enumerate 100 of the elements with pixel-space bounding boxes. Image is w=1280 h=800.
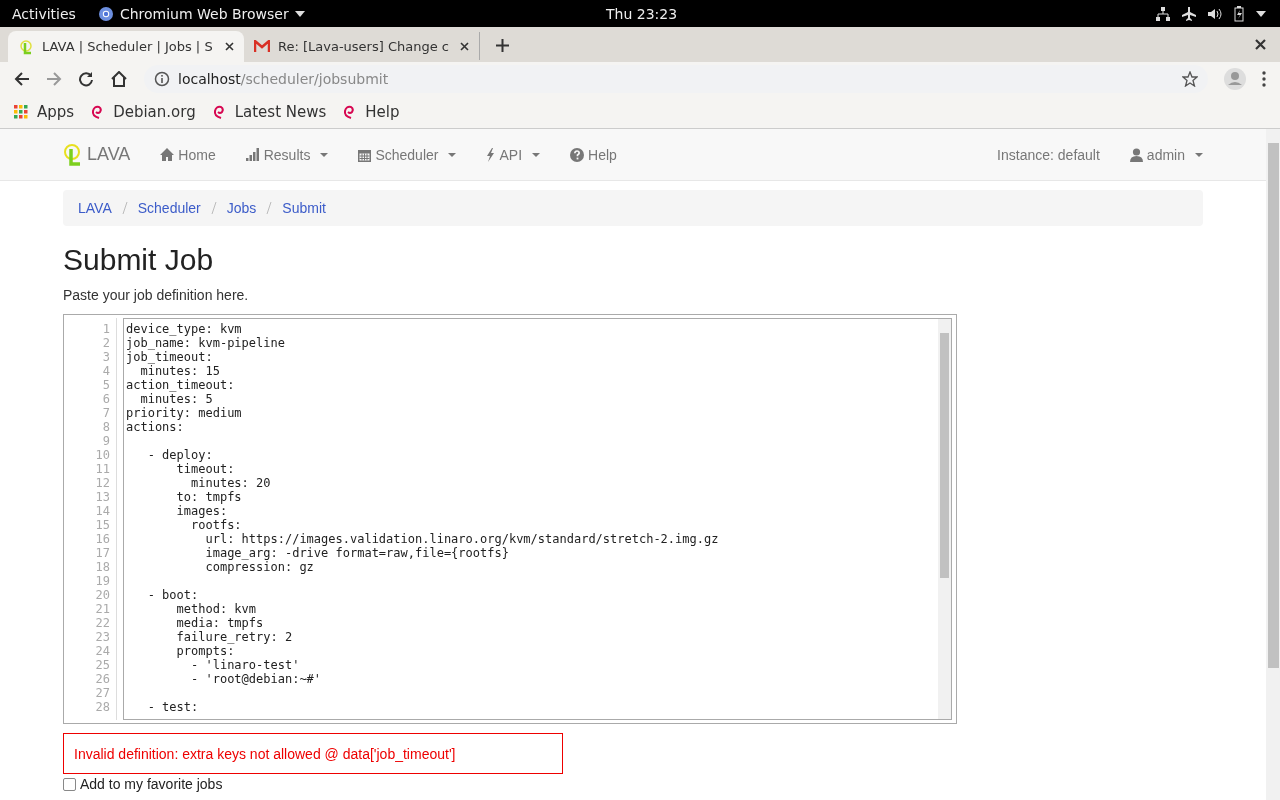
line-number: 26 bbox=[94, 672, 110, 686]
checkbox-label[interactable]: Add to my favorite jobs bbox=[80, 776, 223, 792]
code-line: timeout: bbox=[175, 462, 235, 476]
slash-separator-icon bbox=[210, 202, 217, 214]
line-number: 7 bbox=[101, 406, 110, 420]
app-menu[interactable]: Chromium Web Browser bbox=[97, 5, 305, 22]
brand-link[interactable]: LAVA bbox=[63, 142, 131, 167]
nav-link[interactable]: Help bbox=[570, 146, 617, 163]
browser-tab[interactable]: LAVA | Scheduler | Jobs | S bbox=[8, 31, 244, 62]
mail-icon bbox=[254, 40, 270, 52]
lava-logo-icon bbox=[18, 38, 34, 55]
forward-icon[interactable] bbox=[46, 70, 62, 87]
code-line: minutes: 5 bbox=[139, 392, 213, 406]
lightning-icon bbox=[486, 147, 496, 162]
breadcrumb-link[interactable]: Jobs bbox=[226, 200, 257, 216]
code-line: failure_retry: 2 bbox=[175, 630, 293, 644]
back-icon[interactable] bbox=[14, 70, 30, 87]
line-number: 2 bbox=[101, 336, 110, 350]
network-icon[interactable] bbox=[1156, 6, 1170, 21]
activities-button[interactable]: Activities bbox=[12, 5, 76, 22]
breadcrumb-link[interactable]: Scheduler bbox=[137, 200, 201, 216]
page-scrollbar[interactable] bbox=[1266, 129, 1280, 800]
volume-icon[interactable] bbox=[1208, 6, 1222, 21]
breadcrumb-link[interactable]: LAVA bbox=[78, 200, 112, 216]
close-icon[interactable] bbox=[1255, 39, 1266, 50]
code-line: job_name: kvm-pipeline bbox=[126, 336, 285, 350]
caret-icon bbox=[294, 10, 305, 17]
clock[interactable]: Thu 23:23 bbox=[606, 5, 678, 22]
scrollbar[interactable] bbox=[938, 318, 952, 720]
page-title: Submit Job bbox=[63, 242, 215, 278]
bookmark[interactable]: Debian.org bbox=[90, 102, 196, 121]
new-tab-icon[interactable] bbox=[496, 39, 509, 52]
checkbox[interactable] bbox=[63, 777, 76, 791]
tab-title: Re: [Lava-users] Change c bbox=[278, 38, 450, 54]
code-line: - test: bbox=[146, 700, 199, 714]
breadcrumb-link[interactable]: Submit bbox=[282, 200, 326, 216]
code-line: rootfs: bbox=[190, 518, 242, 532]
nav-link[interactable]: Results bbox=[245, 146, 329, 163]
code-line: minutes: 20 bbox=[190, 476, 271, 490]
swirl-icon bbox=[211, 103, 226, 120]
code-line: compression: gz bbox=[204, 560, 314, 574]
reload-icon[interactable] bbox=[78, 70, 94, 87]
star-icon[interactable] bbox=[1182, 70, 1198, 87]
instruction-text: Paste your job definition here. bbox=[63, 287, 250, 303]
line-number: 13 bbox=[94, 490, 110, 504]
line-number: 5 bbox=[101, 378, 110, 392]
info-icon bbox=[154, 70, 170, 87]
bookmark[interactable]: Help bbox=[342, 102, 400, 121]
line-number: 1 bbox=[101, 322, 110, 336]
error-message: Invalid definition: extra keys not allowed @ data['job_timeout'] bbox=[63, 733, 563, 774]
nav-link[interactable]: Home bbox=[160, 146, 216, 163]
code-line: url: https://images.validation.linaro.org/kvm/standard/stretch-2.img.gz bbox=[204, 532, 719, 546]
code-line: images: bbox=[175, 504, 228, 518]
code-line: - 'linaro-test' bbox=[190, 658, 300, 672]
code-line: - 'root@debian:~#' bbox=[190, 672, 322, 686]
close-icon[interactable] bbox=[225, 42, 234, 51]
chromium-icon bbox=[97, 5, 114, 22]
line-number: 17 bbox=[94, 546, 110, 560]
line-number: 16 bbox=[94, 532, 110, 546]
line-number: 3 bbox=[101, 350, 110, 364]
help-icon bbox=[570, 147, 585, 162]
line-number: 12 bbox=[94, 476, 110, 490]
code-line: prompts: bbox=[175, 644, 235, 658]
more-menu-icon[interactable] bbox=[1262, 70, 1266, 87]
line-number: 14 bbox=[94, 504, 110, 518]
code-line: device_type: kvm bbox=[126, 322, 242, 336]
nav-link[interactable]: API bbox=[486, 146, 541, 163]
line-number: 24 bbox=[94, 644, 110, 658]
line-number: 19 bbox=[94, 574, 110, 588]
line-number: 28 bbox=[94, 700, 110, 714]
bar-chart-icon bbox=[245, 148, 260, 161]
code-line: action_timeout: bbox=[126, 378, 235, 392]
lava-logo-icon bbox=[63, 142, 83, 167]
caret-icon[interactable] bbox=[1256, 10, 1266, 17]
line-number: 15 bbox=[94, 518, 110, 532]
home-icon[interactable] bbox=[110, 70, 128, 87]
line-number: 20 bbox=[94, 588, 110, 602]
profile-avatar-icon[interactable] bbox=[1224, 67, 1246, 90]
tab-title: LAVA | Scheduler | Jobs | S bbox=[42, 39, 214, 54]
line-number: 8 bbox=[101, 420, 110, 434]
apps-grid-icon bbox=[14, 104, 28, 119]
bookmark[interactable]: Apps bbox=[14, 102, 75, 121]
user-menu[interactable]: admin bbox=[1129, 146, 1203, 163]
line-number: 10 bbox=[94, 448, 110, 462]
browser-tab[interactable]: Re: [Lava-users] Change c bbox=[244, 32, 480, 60]
line-number: 22 bbox=[94, 616, 110, 630]
code-line: - boot: bbox=[146, 588, 199, 602]
nav-link[interactable]: Scheduler bbox=[358, 146, 457, 163]
close-icon[interactable] bbox=[460, 41, 469, 51]
line-number: 4 bbox=[101, 364, 110, 378]
swirl-icon bbox=[90, 103, 105, 120]
calendar-icon bbox=[358, 147, 372, 162]
airplane-icon[interactable] bbox=[1182, 6, 1196, 21]
user-icon bbox=[1129, 147, 1143, 162]
bookmark[interactable]: Latest News bbox=[211, 102, 327, 121]
address-bar[interactable]: localhost/scheduler/jobsubmit bbox=[144, 64, 1208, 93]
home-icon bbox=[160, 148, 175, 161]
battery-icon[interactable] bbox=[1234, 5, 1244, 22]
line-number: 9 bbox=[101, 434, 110, 448]
line-number: 23 bbox=[94, 630, 110, 644]
